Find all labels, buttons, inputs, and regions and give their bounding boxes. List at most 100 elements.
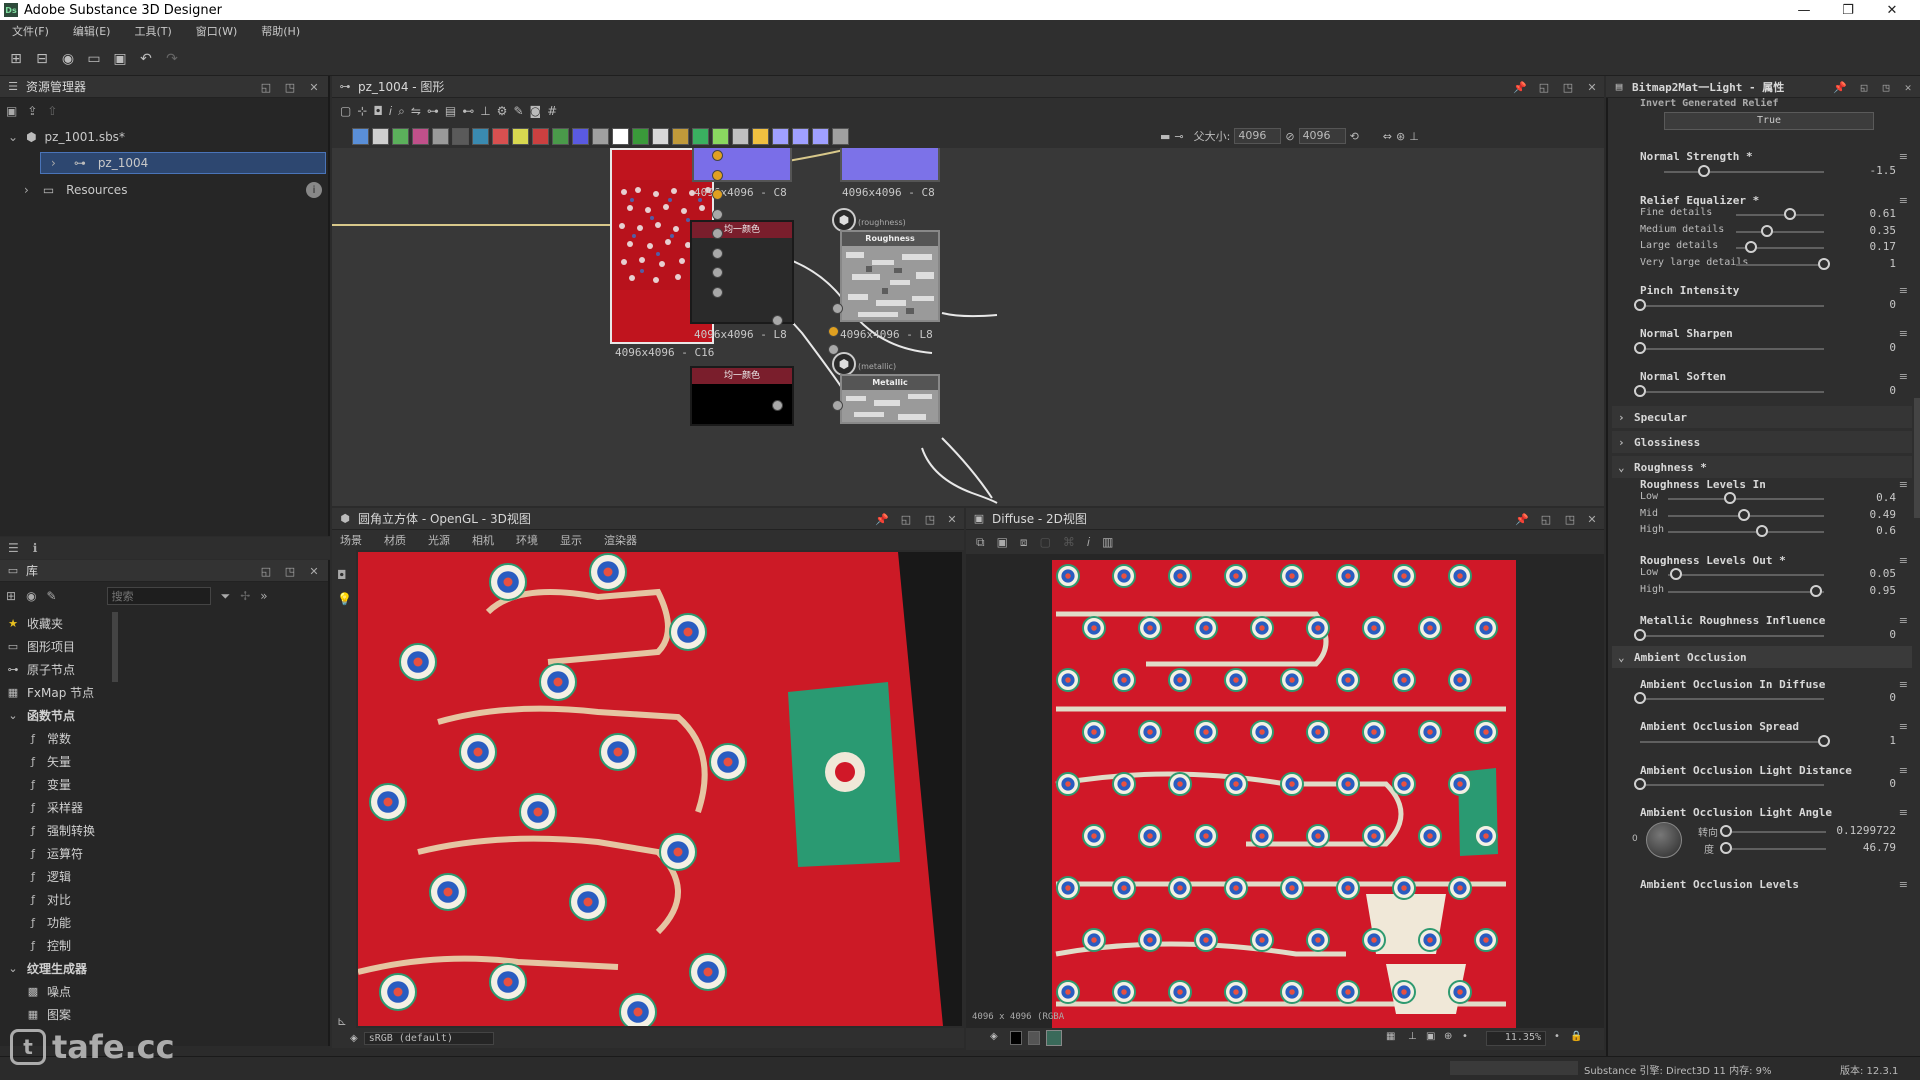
close-panel-icon[interactable]: ✕ [1584,79,1600,95]
node-palette-button[interactable] [432,127,449,145]
undo-icon[interactable]: ↶ [136,49,156,69]
maximize-icon[interactable]: ◳ [1562,511,1578,527]
slider-knob[interactable] [1669,568,1682,580]
info-icon[interactable]: 𝑖 [389,104,392,119]
channel-black[interactable] [1010,1031,1022,1045]
tree-resources[interactable]: › ▭ Resources i [24,179,324,201]
dot-icon[interactable]: ⊷ [462,104,474,118]
view3d-menu-environment[interactable]: 环境 [516,532,538,548]
pin-icon[interactable]: 📌 [1832,79,1848,95]
menu-window[interactable]: 窗口(W) [184,23,249,39]
soften-slider[interactable] [1634,385,1646,397]
view3d-menu-renderer[interactable]: 渲染器 [604,532,637,548]
view3d-menu-light[interactable]: 光源 [428,532,450,548]
axis-icon[interactable]: ⊾ [337,1014,347,1028]
slider-knob[interactable] [1744,241,1757,253]
node-palette-button[interactable] [772,127,789,145]
pin-node-icon[interactable]: ⊥ [480,104,490,118]
input-pin[interactable] [828,326,839,337]
library-item[interactable]: ƒ 采样器 [0,796,83,819]
node-palette-button[interactable] [832,127,849,145]
close-panel-icon[interactable]: ✕ [1900,79,1916,95]
new-package-icon[interactable]: ⊞ [6,49,26,69]
slider-knob[interactable] [1755,525,1768,537]
close-icon[interactable]: ✕ [1870,0,1914,20]
node-palette-button[interactable] [532,127,549,145]
node-palette-button[interactable] [712,127,729,145]
node-palette-button[interactable] [592,127,609,145]
grid-icon[interactable]: # [547,104,557,118]
node-palette-button[interactable] [452,127,469,145]
library-item[interactable]: ▦ 图案 [0,1003,71,1026]
pin-icon[interactable]: ✢ [240,589,250,603]
ao-deg-slider[interactable] [1720,842,1732,854]
ao-dir-slider[interactable] [1720,825,1732,837]
output-pin[interactable] [772,400,783,411]
save-icon[interactable]: ▣ [110,49,130,69]
new-substance-icon[interactable]: ◉ [58,49,78,69]
library-item[interactable]: ƒ 常数 [0,727,71,750]
graph-canvas[interactable]: 4096x4096 - C16 4096x4096 - C8 4096x4096… [332,148,1604,506]
node-palette-button[interactable] [412,127,429,145]
library-item[interactable]: ƒ 逻辑 [0,865,71,888]
node-palette-button[interactable] [732,127,749,145]
library-item[interactable]: ƒ 控制 [0,934,71,957]
save-package-icon[interactable]: ▣ [6,104,17,118]
maximize-icon[interactable]: ◳ [922,511,938,527]
comment-icon[interactable]: ▬ [1160,130,1170,143]
restore-icon[interactable]: ❐ [1826,0,1870,20]
view3d-menu-display[interactable]: 显示 [560,532,582,548]
props-scrollbar[interactable] [1914,398,1920,518]
graph-node-icon[interactable]: ⊶ [427,104,439,118]
undock-icon[interactable]: ◱ [898,511,914,527]
library-item[interactable]: ⌄ 纹理生成器 [0,957,87,980]
param-menu-icon[interactable]: ≡ [1899,284,1908,297]
section-glossiness[interactable]: › Glossiness [1612,431,1912,453]
menu-edit[interactable]: 编辑(E) [61,23,123,39]
library-item[interactable]: ▦ FxMap 节点 [0,681,94,704]
channel-color[interactable] [1046,1030,1062,1046]
param-menu-icon[interactable]: ≡ [1899,150,1908,163]
sharpen-slider[interactable] [1634,342,1646,354]
camera-icon[interactable]: ◘ [373,104,383,118]
undock-icon[interactable]: ◱ [258,79,274,95]
output-pin[interactable] [712,286,723,298]
output-pin[interactable] [712,267,723,278]
close-panel-icon[interactable]: ✕ [1584,511,1600,527]
output-pin[interactable] [712,150,723,161]
menu-file[interactable]: 文件(F) [0,23,61,39]
node-palette-button[interactable] [632,127,649,145]
toggle-c-icon[interactable]: ⊥ [1409,130,1419,143]
tile-icon[interactable]: ⊥ [1408,1031,1417,1042]
info-tab-icon[interactable]: ℹ [33,541,38,555]
input-pin[interactable] [832,303,843,314]
histogram-icon[interactable]: ▥ [1102,535,1113,549]
node-palette-button[interactable] [752,127,769,145]
node-palette-button[interactable] [792,127,809,145]
uniform-color-node-2[interactable]: 均一颜色 [690,366,794,426]
slider-knob[interactable] [1783,208,1796,220]
library-add-icon[interactable]: ⊞ [6,589,16,603]
slider-knob[interactable] [1724,492,1737,504]
output-pin[interactable] [712,208,723,220]
frame-icon[interactable]: ▢ [340,104,351,118]
section-roughness[interactable]: ⌄ Roughness * [1612,456,1912,478]
link-icon[interactable]: ⇋ [411,104,421,118]
param-menu-icon[interactable]: ≡ [1899,764,1908,777]
menu-help[interactable]: 帮助(H) [249,23,312,39]
slider-knob[interactable] [1760,224,1773,237]
size-height-select[interactable]: 4096 [1298,128,1346,144]
node-palette-button[interactable] [492,127,509,145]
undock-icon[interactable]: ◱ [258,563,274,579]
disabled-tool-icon[interactable]: ▢ [1040,535,1051,549]
node-palette-button[interactable] [612,127,629,145]
zoom-dot-icon[interactable]: • [1462,1031,1468,1042]
node-palette-button[interactable] [372,127,389,145]
ao-light-distance-slider[interactable] [1634,778,1646,790]
library-item[interactable]: ƒ 功能 [0,911,71,934]
param-menu-icon[interactable]: ≡ [1899,194,1908,207]
section-ao[interactable]: ⌄ Ambient Occlusion [1612,646,1912,668]
maximize-icon[interactable]: ◳ [282,79,298,95]
close-panel-icon[interactable]: ✕ [306,79,322,95]
output-pin[interactable] [712,247,723,259]
